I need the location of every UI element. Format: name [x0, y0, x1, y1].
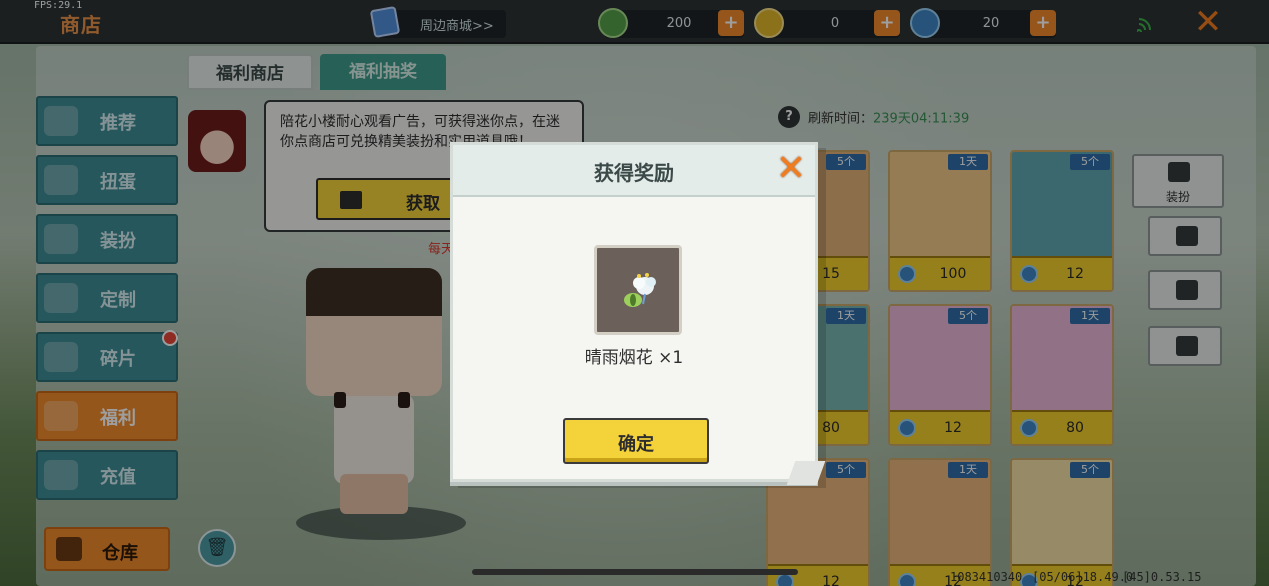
reward-dialog: 获得奖励 ✕ 晴雨烟花 ×1 确定	[450, 142, 826, 485]
firework-flower-icon	[624, 273, 656, 307]
confirm-label: 确定	[618, 434, 654, 455]
debug-info: [45]0.53.15	[1122, 570, 1202, 584]
home-indicator[interactable]	[472, 569, 798, 575]
reward-item-slot	[594, 245, 682, 335]
dialog-title: 获得奖励	[594, 161, 674, 185]
dialog-close-button[interactable]: ✕	[773, 151, 809, 187]
debug-info: 1083410340	[950, 570, 1023, 584]
dialog-header: 获得奖励 ✕	[453, 145, 815, 197]
confirm-button[interactable]: 确定	[563, 418, 709, 464]
debug-info: [05/06]18.49.0	[1032, 570, 1134, 584]
reward-item-name: 晴雨烟花 ×1	[584, 348, 684, 368]
